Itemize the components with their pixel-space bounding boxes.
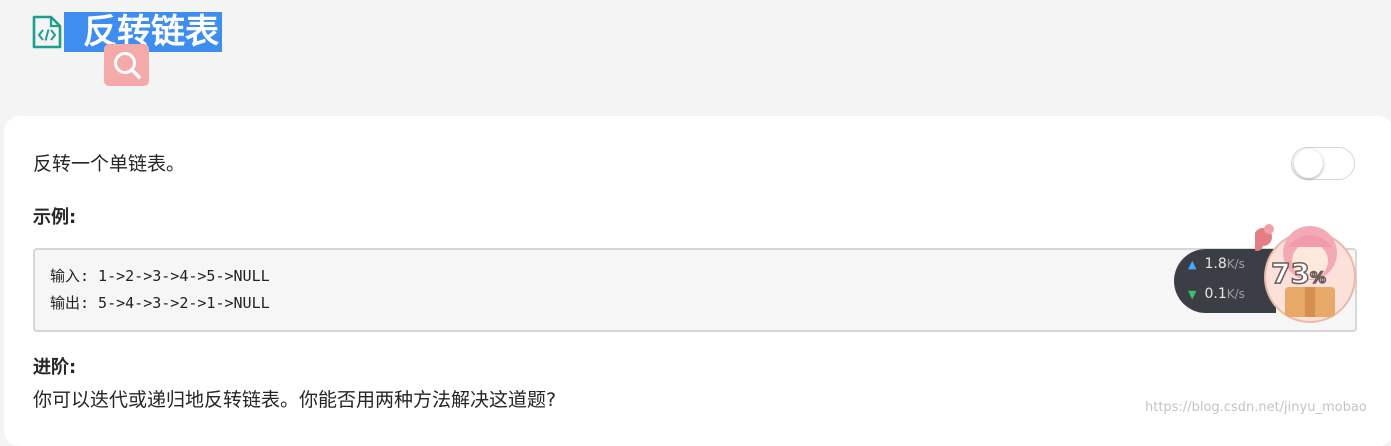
- code-file-icon: [32, 15, 62, 49]
- code-line-output: 输出: 5->4->3->2->1->NULL: [50, 294, 270, 312]
- code-line-input: 输入: 1->2->3->4->5->NULL: [50, 267, 270, 285]
- download-speed: 0.1: [1204, 286, 1227, 302]
- search-icon: [114, 52, 141, 79]
- arrow-down-icon: ▼: [1188, 288, 1197, 301]
- example-code-block: 输入: 1->2->3->4->5->NULL 输出: 5->4->3->2->…: [33, 248, 1357, 332]
- watermark: https://blog.csdn.net/jinyu_mobao: [1145, 400, 1367, 415]
- toggle-switch[interactable]: [1291, 147, 1355, 180]
- download-unit: K/s: [1226, 287, 1245, 301]
- advanced-text: 你可以迭代或递归地反转链表。你能否用两种方法解决这道题?: [33, 389, 557, 411]
- download-speed-row: ▼ 0.1K/s: [1188, 285, 1245, 304]
- upload-speed-row: ▲ 1.8K/s: [1188, 255, 1245, 274]
- arrow-up-icon: ▲: [1188, 258, 1197, 271]
- advanced-heading: 进阶:: [33, 357, 77, 378]
- upload-unit: K/s: [1226, 257, 1245, 271]
- search-button[interactable]: [104, 44, 149, 86]
- toggle-knob[interactable]: [1294, 149, 1323, 178]
- problem-intro: 反转一个单链表。: [33, 153, 186, 175]
- upload-speed: 1.8: [1204, 256, 1227, 272]
- example-heading: 示例:: [33, 207, 77, 228]
- memory-percent: 73%: [1270, 256, 1327, 291]
